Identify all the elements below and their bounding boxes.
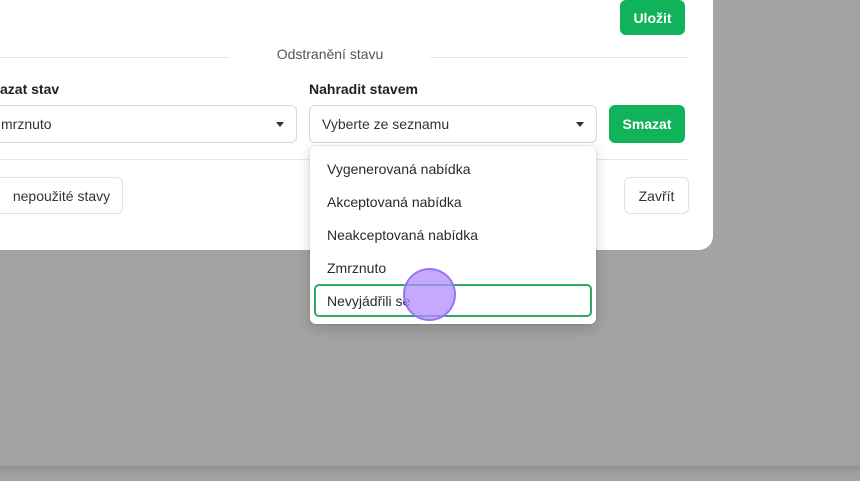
save-button[interactable]: Uložit (620, 0, 685, 35)
delete-state-select[interactable]: mrznuto (0, 105, 297, 143)
dropdown-option[interactable]: Zmrznuto (314, 251, 592, 284)
delete-state-label: azat stav (0, 81, 60, 97)
divider-left (0, 57, 230, 58)
delete-unused-label: nepoužité stavy (12, 187, 111, 204)
divider-right (430, 57, 689, 58)
dropdown-option[interactable]: Akceptovaná nabídka (314, 185, 592, 218)
backdrop-shade (0, 466, 860, 481)
close-button[interactable]: Zavřít (624, 177, 689, 214)
delete-unused-states-button[interactable]: nepoužité stavy (0, 177, 123, 214)
replace-state-placeholder: Vyberte ze seznamu (322, 116, 450, 132)
replace-state-select[interactable]: Vyberte ze seznamu (309, 105, 597, 143)
delete-button[interactable]: Smazat (609, 105, 685, 143)
dropdown-option[interactable]: Vygenerovaná nabídka (314, 152, 592, 185)
replace-state-label: Nahradit stavem (309, 81, 418, 97)
cursor-indicator (403, 268, 456, 321)
section-title: Odstranění stavu (276, 46, 384, 62)
dropdown-option[interactable]: Neakceptovaná nabídka (314, 218, 592, 251)
chevron-down-icon (576, 122, 584, 127)
delete-state-value: mrznuto (1, 116, 52, 132)
chevron-down-icon (276, 122, 284, 127)
